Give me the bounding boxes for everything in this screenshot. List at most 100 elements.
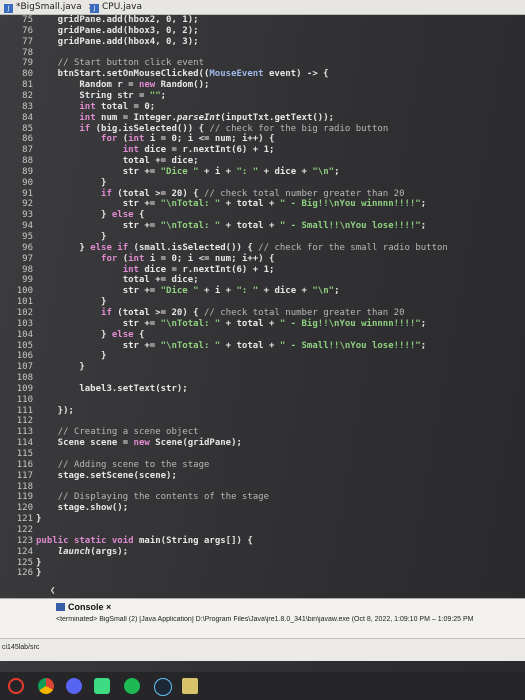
code-line[interactable]: Scene scene = new Scene(gridPane); (36, 438, 242, 448)
code-line[interactable]: public static void main(String args[]) { (36, 536, 253, 546)
android-studio-icon[interactable] (94, 678, 110, 694)
code-line[interactable]: str += "\nTotal: " + total + " - Small!!… (36, 341, 426, 351)
code-line[interactable]: String str = ""; (36, 91, 166, 101)
code-editor[interactable]: gridPane.add(hbox2, 0, 1); gridPane.add(… (36, 15, 516, 605)
spotify-icon[interactable] (124, 678, 140, 694)
editor-tab-bar: J*BigSmall.java× JCPU.java (0, 0, 525, 15)
code-line[interactable]: } (36, 568, 41, 578)
tab-console[interactable]: Console × (56, 602, 111, 612)
code-line[interactable]: Random r = new Random(); (36, 80, 209, 90)
code-line[interactable]: str += "\nTotal: " + total + " - Big!!\n… (36, 319, 426, 329)
code-line[interactable]: } else { (36, 330, 144, 340)
line-number: 118 (16, 481, 33, 492)
line-number: 94 (22, 221, 33, 232)
code-line[interactable]: stage.setScene(scene); (36, 471, 177, 481)
line-number: 88 (22, 156, 33, 167)
console-tab-label: Console (68, 602, 104, 612)
editor-screen: J*BigSmall.java× JCPU.java 7576777879808… (0, 0, 525, 700)
line-number: 112 (16, 416, 33, 427)
code-line[interactable]: stage.show(); (36, 503, 128, 513)
line-number: 75 (22, 15, 33, 25)
files-icon[interactable] (182, 678, 198, 694)
line-number: 79 (22, 58, 33, 69)
code-line[interactable]: // Creating a scene object (36, 427, 199, 437)
code-line[interactable]: } (36, 178, 106, 188)
line-number: 85 (22, 123, 33, 134)
console-panel: Console × <terminated> BigSmall (2) [Jav… (0, 598, 525, 639)
tab-bigsmall[interactable]: J*BigSmall.java× (4, 1, 95, 13)
code-line[interactable]: } (36, 514, 41, 524)
code-line[interactable]: launch(args); (36, 547, 128, 557)
code-line[interactable]: gridPane.add(hbox4, 0, 3); (36, 37, 199, 47)
code-line[interactable]: if (total >= 20) { // check total number… (36, 189, 404, 199)
code-line[interactable]: total += dice; (36, 156, 199, 166)
code-line[interactable]: // Start button click event (36, 58, 204, 68)
line-number: 96 (22, 242, 33, 253)
line-number: 81 (22, 80, 33, 91)
line-number: 92 (22, 199, 33, 210)
java-file-icon: J (90, 4, 99, 13)
steam-icon[interactable] (154, 678, 172, 696)
scroll-left-icon[interactable]: ❮ (50, 586, 55, 596)
code-line[interactable]: str += "Dice " + i + ": " + dice + "\n"; (36, 286, 340, 296)
code-line[interactable]: // Displaying the contents of the stage (36, 492, 269, 502)
line-number: 86 (22, 134, 33, 145)
line-number: 93 (22, 210, 33, 221)
line-number: 89 (22, 166, 33, 177)
code-line[interactable]: int num = Integer.parseInt(inputTxt.getT… (36, 113, 334, 123)
line-number: 117 (16, 470, 33, 481)
line-number: 102 (16, 307, 33, 318)
line-number: 121 (16, 514, 33, 525)
console-status-text: <terminated> BigSmall (2) [Java Applicat… (56, 616, 474, 623)
line-number: 113 (16, 427, 33, 438)
line-number: 78 (22, 47, 33, 58)
line-number: 76 (22, 25, 33, 36)
line-number: 106 (16, 351, 33, 362)
code-line[interactable]: int dice = r.nextInt(6) + 1; (36, 145, 275, 155)
code-line[interactable]: } (36, 297, 106, 307)
code-line[interactable]: } (36, 232, 106, 242)
line-number: 109 (16, 383, 33, 394)
line-number: 103 (16, 318, 33, 329)
code-line[interactable]: }); (36, 406, 74, 416)
code-line[interactable]: for (int i = 0; i <= num; i++) { (36, 134, 274, 144)
code-line[interactable]: str += "Dice " + i + ": " + dice + "\n"; (36, 167, 340, 177)
code-line[interactable]: } (36, 362, 84, 372)
code-line[interactable]: // Adding scene to the stage (36, 460, 210, 470)
code-line[interactable]: gridPane.add(hbox2, 0, 1); (36, 15, 199, 25)
tab-cpu[interactable]: J CPU.java (90, 1, 142, 13)
line-number: 84 (22, 112, 33, 123)
line-number: 114 (16, 438, 33, 449)
line-number: 83 (22, 101, 33, 112)
code-line[interactable]: str += "\nTotal: " + total + " - Small!!… (36, 221, 426, 231)
code-line[interactable]: int total = 0; (36, 102, 155, 112)
discord-icon[interactable] (66, 678, 82, 694)
line-number: 119 (16, 492, 33, 503)
code-line[interactable]: for (int i = 0; i <= num; i++) { (36, 254, 274, 264)
code-line[interactable]: btnStart.setOnMouseClicked((MouseEvent e… (36, 69, 329, 79)
windows-icon[interactable] (8, 678, 24, 694)
code-line[interactable]: if (total >= 20) { // check total number… (36, 308, 404, 318)
code-line[interactable]: } else { (36, 210, 144, 220)
code-line[interactable]: int dice = r.nextInt(6) + 1; (36, 265, 275, 275)
line-number: 87 (22, 145, 33, 156)
code-line[interactable]: str += "\nTotal: " + total + " - Big!!\n… (36, 199, 426, 209)
line-number: 123 (16, 535, 33, 546)
close-console-icon[interactable]: × (106, 602, 111, 612)
code-line[interactable]: gridPane.add(hbox3, 0, 2); (36, 26, 199, 36)
code-line[interactable]: label3.setText(str); (36, 384, 187, 394)
line-number: 82 (22, 90, 33, 101)
line-number: 122 (16, 524, 33, 535)
chrome-icon[interactable] (38, 678, 54, 694)
taskbar (0, 672, 525, 700)
code-line[interactable]: } (36, 351, 106, 361)
line-number: 98 (22, 264, 33, 275)
code-line[interactable]: } (36, 558, 41, 568)
line-number: 105 (16, 340, 33, 351)
code-line[interactable]: total += dice; (36, 275, 199, 285)
line-number: 126 (16, 568, 33, 579)
tab-cpu-label: CPU.java (102, 2, 143, 12)
code-line[interactable]: if (big.isSelected()) { // check for the… (36, 124, 388, 134)
line-number: 97 (22, 253, 33, 264)
code-line[interactable]: } else if (small.isSelected()) { // chec… (36, 243, 448, 253)
